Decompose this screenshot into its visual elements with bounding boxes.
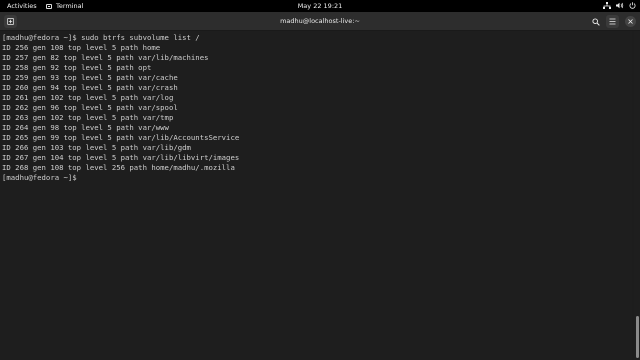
window-title: madhu@localhost-live:~: [280, 17, 360, 25]
terminal-output-line: ID 260 gen 94 top level 5 path var/crash: [2, 83, 178, 92]
terminal-window: madhu@localhost-live:~ [madhu@fedora ~]$…: [0, 12, 640, 360]
new-tab-icon: [7, 18, 14, 27]
new-tab-button[interactable]: [4, 15, 17, 28]
terminal-prompt-line: [madhu@fedora ~]$: [2, 173, 82, 182]
terminal-output-line: ID 266 gen 103 top level 5 path var/lib/…: [2, 143, 191, 152]
terminal-output-line: ID 265 gen 99 top level 5 path var/lib/A…: [2, 133, 240, 142]
search-icon: [591, 17, 600, 28]
terminal-output-line: ID 263 gen 102 top level 5 path var/tmp: [2, 113, 174, 122]
terminal-output-line: ID 267 gen 104 top level 5 path var/lib/…: [2, 153, 240, 162]
terminal-icon: [46, 3, 52, 9]
scrollbar-thumb[interactable]: [636, 316, 639, 358]
terminal-output-line: ID 256 gen 108 top level 5 path home: [2, 43, 161, 52]
top-bar: Activities Terminal May 22 19:21: [0, 0, 640, 12]
terminal-prompt-line: [madhu@fedora ~]$ sudo btrfs subvolume l…: [2, 33, 200, 42]
terminal-output-line: ID 257 gen 82 top level 5 path var/lib/m…: [2, 53, 209, 62]
main-menu-button[interactable]: [606, 15, 619, 28]
header-bar: madhu@localhost-live:~: [0, 12, 640, 31]
search-button[interactable]: [589, 15, 602, 28]
hamburger-menu-icon: [609, 18, 616, 27]
terminal-output-line: ID 258 gen 92 top level 5 path opt: [2, 63, 152, 72]
activities-button[interactable]: Activities: [7, 0, 37, 12]
app-menu[interactable]: Terminal: [46, 0, 83, 12]
vertical-scrollbar[interactable]: [634, 31, 640, 360]
network-icon: [603, 1, 611, 11]
volume-icon: [616, 2, 624, 11]
terminal-output-line: ID 268 gen 108 top level 256 path home/m…: [2, 163, 235, 172]
terminal-output[interactable]: [madhu@fedora ~]$ sudo btrfs subvolume l…: [0, 31, 632, 360]
terminal-output-line: ID 259 gen 93 top level 5 path var/cache: [2, 73, 178, 82]
terminal-output-line: ID 262 gen 96 top level 5 path var/spool: [2, 103, 178, 112]
terminal-output-line: ID 261 gen 102 top level 5 path var/log: [2, 93, 174, 102]
clock[interactable]: May 22 19:21: [290, 0, 350, 12]
close-button[interactable]: [625, 16, 636, 27]
close-icon: [628, 18, 633, 26]
system-status-area[interactable]: [603, 0, 636, 12]
app-menu-label: Terminal: [56, 2, 84, 10]
power-icon: [629, 1, 636, 11]
terminal-output-line: ID 264 gen 98 top level 5 path var/www: [2, 123, 169, 132]
